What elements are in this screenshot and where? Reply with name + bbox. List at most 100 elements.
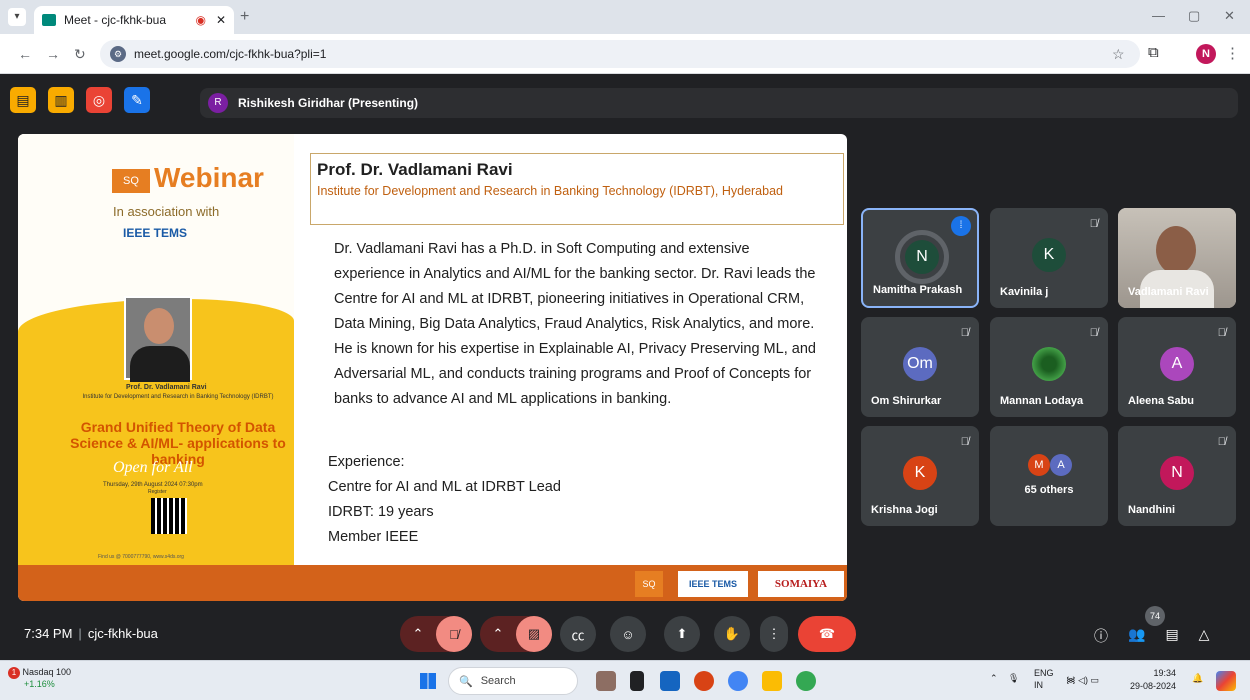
participant-name: Om Shirurkar — [871, 395, 942, 407]
minimize-icon[interactable]: — — [1152, 8, 1165, 23]
participant-tile[interactable]: N ⁞ Namitha Prakash — [861, 208, 979, 308]
chrome-icon[interactable] — [728, 671, 748, 691]
camera-off-icon[interactable]: ▨ — [516, 616, 552, 652]
taskbar-app-icon[interactable] — [660, 671, 680, 691]
mic-off-icon[interactable]: 🎙̸ — [436, 616, 472, 652]
participant-avatar: K — [903, 456, 937, 490]
more-options-icon[interactable]: ⋮ — [760, 616, 788, 652]
participant-avatar: N — [905, 240, 939, 274]
chrome-profile-icon[interactable] — [796, 671, 816, 691]
mic-options-chevron-icon[interactable]: ⌃ — [400, 616, 436, 652]
language-top: ENG — [1034, 668, 1054, 678]
others-avatar: A — [1050, 454, 1072, 476]
leave-call-icon[interactable]: ☎ — [798, 616, 856, 652]
meet-controls-bar: 7:34 PM | cjc-fkhk-bua ⌃ 🎙̸ ⌃ ▨ ㏄ ☺ ⬆ ✋ ⋮ … — [0, 606, 1250, 660]
raise-hand-icon[interactable]: ✋ — [714, 616, 750, 652]
mic-muted-icon: 🎙̸ — [1089, 327, 1098, 339]
file-explorer-icon[interactable] — [762, 671, 782, 691]
mic-tray-icon[interactable]: 🎙 — [1008, 673, 1019, 684]
stock-change: +1.16% — [24, 679, 55, 689]
browser-menu-icon[interactable]: ⋮ — [1225, 44, 1240, 62]
captions-icon[interactable]: ㏄ — [560, 616, 596, 652]
participant-tile[interactable]: K 🎙̸ Kavinila j — [990, 208, 1108, 308]
speaker-institute: Institute for Development and Research i… — [317, 184, 783, 198]
windows-start-icon[interactable] — [420, 673, 436, 689]
back-icon[interactable]: ← — [18, 46, 32, 62]
footer-somaiya-logo: SOMAIYA — [758, 571, 844, 597]
people-icon[interactable]: 👥 — [1128, 626, 1145, 646]
emoji-icon[interactable]: ☺ — [610, 616, 646, 652]
participant-avatar: Om — [903, 347, 937, 381]
experience-item: Centre for AI and ML at IDRBT Lead — [328, 479, 561, 495]
extension-icon-2[interactable]: ▥ — [48, 87, 74, 113]
camera-control-group: ⌃ ▨ — [480, 616, 552, 652]
participant-tile[interactable]: A 🎙̸ Aleena Sabu — [1118, 317, 1236, 417]
meeting-details-icon[interactable]: ⓘ — [1094, 626, 1108, 646]
mic-muted-icon: 🎙̸ — [1089, 218, 1098, 230]
meeting-info: 7:34 PM | cjc-fkhk-bua — [24, 626, 158, 641]
taskbar-search[interactable]: 🔍 Search — [448, 667, 578, 695]
extension-toolbar: ▤ ▥ ◎ ✎ — [10, 87, 150, 113]
speaker-bio: Dr. Vadlamani Ravi has a Ph.D. in Soft C… — [334, 241, 816, 407]
participant-name: Krishna Jogi — [871, 504, 938, 516]
new-tab-icon[interactable]: + — [240, 8, 249, 26]
present-screen-icon[interactable]: ⬆ — [664, 616, 700, 652]
participant-tile[interactable]: Om 🎙̸ Om Shirurkar — [861, 317, 979, 417]
wifi-volume-battery-icon[interactable]: ᯼ ◁) ▭ — [1066, 673, 1099, 686]
record-icon[interactable]: ◎ — [86, 87, 112, 113]
meeting-code: cjc-fkhk-bua — [87, 626, 158, 641]
notification-bell-icon[interactable]: 🔔 — [1192, 673, 1203, 684]
others-tile[interactable]: M A 65 others — [990, 426, 1108, 526]
tab-list-button[interactable]: ▾ — [8, 8, 26, 26]
reload-icon[interactable]: ↻ — [74, 46, 86, 63]
experience-section: Experience: Centre for AI and ML at IDRB… — [328, 450, 561, 550]
close-tab-icon[interactable]: ✕ — [216, 13, 226, 27]
clock-time: 19:34 — [1153, 668, 1177, 678]
camera-options-chevron-icon[interactable]: ⌃ — [480, 616, 516, 652]
profile-avatar[interactable]: N — [1196, 44, 1216, 64]
presenting-banner: R Rishikesh Giridhar (Presenting) — [200, 88, 1238, 118]
chat-icon[interactable]: ▤ — [1165, 626, 1178, 646]
taskbar-app-icon[interactable] — [596, 671, 616, 691]
taskbar-clock[interactable]: 19:34 29-08-2024 — [1130, 667, 1176, 693]
copilot-icon[interactable] — [1216, 671, 1236, 691]
stock-widget[interactable]: 1 Nasdaq 100 +1.16% — [8, 667, 71, 689]
tab-title: Meet - cjc-fkhk-bua — [64, 13, 167, 27]
extensions-icon[interactable]: ⧉ — [1148, 44, 1159, 61]
browser-tab-meet[interactable]: Meet - cjc-fkhk-bua ◉ ✕ — [34, 6, 234, 34]
url-input[interactable]: ⚙ meet.google.com/cjc-fkhk-bua?pli=1 — [100, 40, 1140, 68]
sq-logo: SQ — [112, 169, 150, 193]
search-placeholder: Search — [480, 675, 516, 687]
participant-tile[interactable]: K 🎙̸ Krishna Jogi — [861, 426, 979, 526]
participant-video-tile[interactable]: Vadlamani Ravi — [1118, 208, 1236, 308]
footer-sq-logo: SQ — [635, 571, 663, 597]
participant-tile[interactable]: 🎙̸ Mannan Lodaya — [990, 317, 1108, 417]
task-view-icon[interactable] — [630, 671, 644, 691]
recording-dot-icon: ◉ — [195, 13, 206, 27]
browser-tab-strip: ▾ Meet - cjc-fkhk-bua ◉ ✕ + — ▢ ✕ — [0, 0, 1250, 34]
poster-open-for-all: Open for All — [113, 459, 193, 476]
forward-icon[interactable]: → — [46, 46, 60, 62]
participant-count-badge: 74 — [1145, 606, 1165, 626]
experience-item: IDRBT: 19 years — [328, 504, 434, 520]
others-count: 65 others — [1024, 484, 1074, 496]
powerpoint-icon[interactable] — [694, 671, 714, 691]
extension-icon-4[interactable]: ✎ — [124, 87, 150, 113]
poster-date: Thursday, 29th August 2024 07:30pm — [103, 482, 203, 488]
close-window-icon[interactable]: ✕ — [1224, 8, 1235, 24]
poster-association: In association with — [113, 204, 220, 219]
activities-icon[interactable]: △ — [1199, 626, 1210, 646]
mic-muted-icon: 🎙̸ — [1217, 327, 1226, 339]
bookmark-star-icon[interactable]: ☆ — [1112, 46, 1125, 63]
tray-chevron-icon[interactable]: ⌃ — [990, 673, 998, 684]
others-avatar: M — [1028, 454, 1050, 476]
participant-tile[interactable]: N 🎙̸ Nandhini — [1118, 426, 1236, 526]
presenter-label: Rishikesh Giridhar (Presenting) — [238, 96, 419, 110]
site-info-icon[interactable]: ⚙ — [110, 46, 126, 62]
language-indicator[interactable]: ENG IN — [1034, 667, 1054, 691]
speaker-photo — [124, 296, 192, 382]
address-bar-row: ← → ↻ ⚙ meet.google.com/cjc-fkhk-bua?pli… — [0, 34, 1250, 74]
speaking-indicator-icon: ⁞ — [951, 216, 971, 236]
restore-icon[interactable]: ▢ — [1188, 8, 1200, 24]
extension-icon-1[interactable]: ▤ — [10, 87, 36, 113]
